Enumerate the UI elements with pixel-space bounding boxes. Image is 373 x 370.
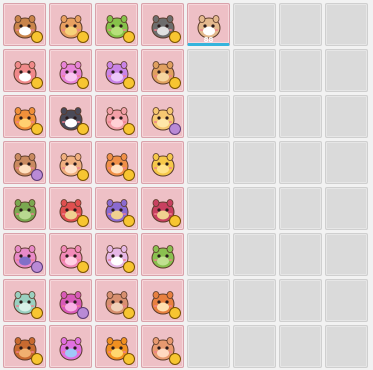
empty-inventory-slot[interactable]: [233, 49, 276, 92]
empty-inventory-slot[interactable]: [233, 187, 276, 230]
flower-pet-icon: [59, 337, 83, 361]
inventory-slot-slime-pet[interactable]: [95, 3, 138, 46]
inventory-slot-robot-pet[interactable]: [95, 279, 138, 322]
coin-badge-icon: [123, 77, 135, 89]
coin-badge-icon: [77, 261, 89, 273]
inventory-slot-flower-pet[interactable]: [49, 325, 92, 368]
inventory-slot-dino-pet[interactable]: [3, 279, 46, 322]
inventory-slot-boar-pet[interactable]: [141, 325, 184, 368]
empty-inventory-slot[interactable]: [325, 95, 368, 138]
yellow-chick-pet-icon: [151, 153, 175, 177]
coin-badge-icon: [77, 215, 89, 227]
coin-badge-icon: [169, 31, 181, 43]
empty-inventory-slot[interactable]: [187, 49, 230, 92]
empty-inventory-slot[interactable]: [279, 325, 322, 368]
coin-badge-icon: [77, 31, 89, 43]
empty-inventory-slot[interactable]: [233, 95, 276, 138]
inventory-slot-dog-pet[interactable]: [3, 3, 46, 46]
inventory-slot-bird-pet[interactable]: [49, 3, 92, 46]
coin-badge-icon: [31, 353, 43, 365]
coin-badge-icon: [31, 31, 43, 43]
empty-inventory-slot[interactable]: [279, 49, 322, 92]
inventory-slot-rabbit-pet[interactable]: [3, 233, 46, 276]
empty-inventory-slot[interactable]: [325, 49, 368, 92]
inventory-slot-mushroom-pet[interactable]: [141, 279, 184, 322]
empty-inventory-slot[interactable]: [325, 279, 368, 322]
inventory-slot-cactus-pet[interactable]: [3, 187, 46, 230]
empty-inventory-slot[interactable]: [325, 187, 368, 230]
coin-badge-icon: [169, 215, 181, 227]
empty-inventory-slot[interactable]: [325, 233, 368, 276]
empty-inventory-slot[interactable]: [187, 233, 230, 276]
inventory-slot-monkey-pet[interactable]: [49, 141, 92, 184]
p-badge-icon: [31, 169, 43, 181]
cactus-pet-icon: [13, 199, 37, 223]
coin-badge-icon: [123, 307, 135, 319]
empty-inventory-slot[interactable]: [279, 279, 322, 322]
empty-inventory-slot[interactable]: [187, 187, 230, 230]
inventory-slot-lion-pet[interactable]: [3, 325, 46, 368]
inventory-slot-purple-snail-pet[interactable]: [95, 187, 138, 230]
inventory-slot-purple-cloud-pet[interactable]: [95, 49, 138, 92]
inventory-slot-spiral-pet[interactable]: [49, 279, 92, 322]
inventory-slot-bread-pet[interactable]: [141, 49, 184, 92]
inventory-slot-pink-ball-pet[interactable]: [49, 233, 92, 276]
empty-inventory-slot[interactable]: [233, 3, 276, 46]
empty-inventory-slot[interactable]: [233, 141, 276, 184]
inventory-slot-hamster-pet[interactable]: [3, 141, 46, 184]
empty-inventory-slot[interactable]: [279, 141, 322, 184]
green-ball-pet-icon: [151, 245, 175, 269]
coin-badge-icon: [123, 31, 135, 43]
inventory-slot-orange-fish-pet[interactable]: [3, 95, 46, 138]
empty-inventory-slot[interactable]: [279, 233, 322, 276]
empty-inventory-slot[interactable]: [233, 325, 276, 368]
coin-badge-icon: [123, 353, 135, 365]
coin-badge-icon: [169, 307, 181, 319]
coin-badge-icon: [31, 123, 43, 135]
p-badge-icon: [77, 307, 89, 319]
selected-inventory-slot[interactable]: 88: [187, 3, 230, 46]
empty-inventory-slot[interactable]: [279, 187, 322, 230]
pet-inventory-grid: 88: [3, 3, 368, 368]
inventory-slot-shiba-pet[interactable]: [95, 141, 138, 184]
inventory-slot-chick-pet[interactable]: [141, 95, 184, 138]
empty-inventory-slot[interactable]: [187, 325, 230, 368]
empty-inventory-slot[interactable]: [279, 3, 322, 46]
coin-badge-icon: [123, 123, 135, 135]
inventory-slot-pink-fish-pet[interactable]: [3, 49, 46, 92]
empty-inventory-slot[interactable]: [187, 279, 230, 322]
inventory-slot-fox-pet[interactable]: [95, 325, 138, 368]
coin-badge-icon: [31, 77, 43, 89]
coin-badge-icon: [123, 169, 135, 181]
inventory-slot-ghost-pet[interactable]: [95, 233, 138, 276]
p-badge-icon: [169, 123, 181, 135]
coin-badge-icon: [169, 353, 181, 365]
coin-badge-icon: [169, 77, 181, 89]
stack-count: 88: [203, 36, 214, 44]
empty-inventory-slot[interactable]: [233, 279, 276, 322]
empty-inventory-slot[interactable]: [325, 325, 368, 368]
inventory-slot-red-snail-pet[interactable]: [49, 187, 92, 230]
inventory-slot-penguin-pet[interactable]: [49, 95, 92, 138]
empty-inventory-slot[interactable]: [187, 95, 230, 138]
coin-badge-icon: [31, 307, 43, 319]
p-badge-icon: [31, 261, 43, 273]
coin-badge-icon: [123, 261, 135, 273]
empty-inventory-slot[interactable]: [325, 3, 368, 46]
inventory-slot-pink-cloud-pet[interactable]: [49, 49, 92, 92]
inventory-slot-yellow-chick-pet[interactable]: [141, 141, 184, 184]
empty-inventory-slot[interactable]: [325, 141, 368, 184]
empty-inventory-slot[interactable]: [279, 95, 322, 138]
coin-badge-icon: [77, 169, 89, 181]
empty-inventory-slot[interactable]: [187, 141, 230, 184]
inventory-slot-pig-pet[interactable]: [95, 95, 138, 138]
inventory-slot-red-snail-pet[interactable]: [141, 187, 184, 230]
inventory-slot-raccoon-pet[interactable]: [141, 3, 184, 46]
coin-badge-icon: [77, 123, 89, 135]
coin-badge-icon: [123, 215, 135, 227]
coin-badge-icon: [77, 77, 89, 89]
empty-inventory-slot[interactable]: [233, 233, 276, 276]
inventory-slot-green-ball-pet[interactable]: [141, 233, 184, 276]
